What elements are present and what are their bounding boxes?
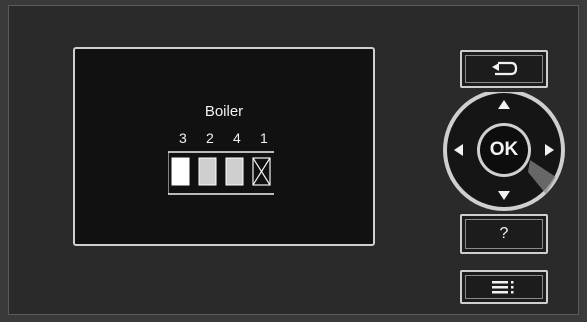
left-button[interactable] (440, 126, 470, 174)
boiler-number: 2 (206, 130, 214, 146)
boiler-status-graphic (168, 151, 274, 195)
menu-icon (492, 281, 514, 294)
back-button[interactable] (460, 50, 548, 88)
ok-button[interactable] (477, 124, 531, 176)
right-button[interactable] (540, 126, 570, 174)
up-button[interactable] (474, 96, 534, 124)
display-screen: Boiler 3 2 4 1 (73, 47, 375, 246)
boiler-4-indicator (225, 157, 244, 186)
help-label: ? (499, 225, 509, 242)
boiler-2-indicator (198, 157, 217, 186)
help-button[interactable]: ? (460, 214, 548, 254)
boiler-number: 4 (233, 130, 241, 146)
boiler-3-indicator (171, 157, 190, 186)
boiler-number: 3 (179, 130, 187, 146)
screen-title: Boiler (204, 103, 244, 120)
boiler-1-off-icon (252, 157, 271, 186)
back-arrow-icon (492, 61, 518, 76)
boiler-number: 1 (260, 130, 268, 146)
menu-button[interactable] (460, 270, 548, 304)
down-button[interactable] (474, 172, 534, 202)
boiler-number-row: 3 2 4 1 (174, 130, 294, 148)
